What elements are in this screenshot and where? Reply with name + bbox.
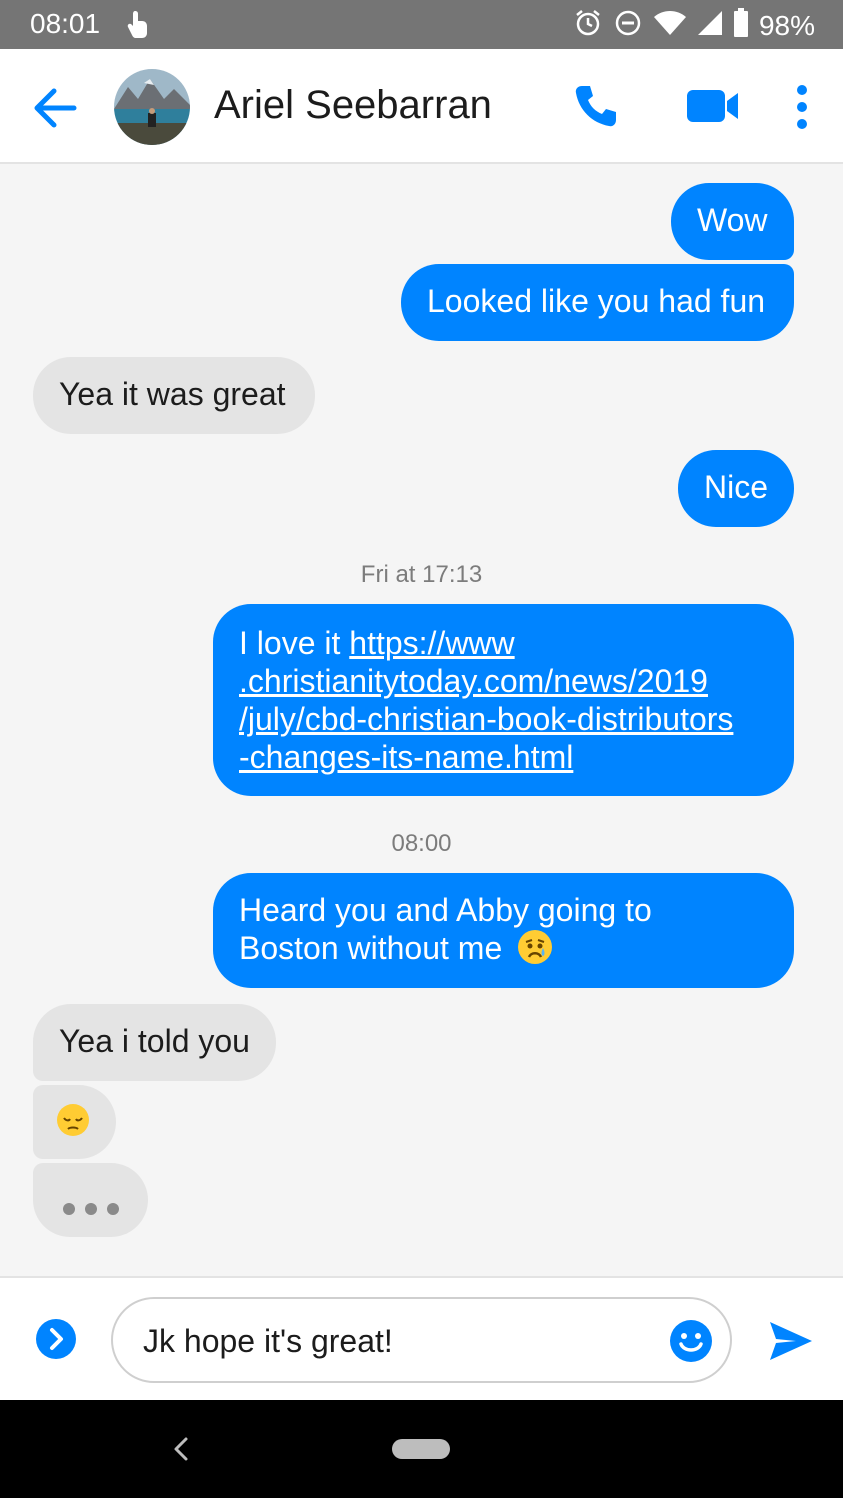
more-vert-icon[interactable] <box>790 83 814 131</box>
message-text: Boston without me <box>239 930 503 966</box>
alarm-icon <box>573 8 603 43</box>
system-navigation-bar <box>0 1400 843 1498</box>
nav-back-icon[interactable] <box>170 1436 194 1462</box>
message-list[interactable]: Wow Looked like you had fun Yea it was g… <box>0 166 843 1276</box>
message-composer: Jk hope it's great! <box>0 1276 843 1400</box>
battery-percent: 98% <box>758 9 815 41</box>
message-text: Wow <box>697 202 768 238</box>
typing-dots-icon <box>61 1189 120 1227</box>
message-link[interactable]: -changes-its-name.html <box>239 738 768 776</box>
crying-face-emoji <box>517 929 553 965</box>
contact-name[interactable]: Ariel Seebarran <box>214 83 492 128</box>
touch-icon <box>124 9 152 39</box>
back-arrow-icon[interactable] <box>30 81 84 135</box>
message-input-text[interactable]: Jk hope it's great! <box>143 1323 393 1360</box>
nav-home-button[interactable] <box>392 1439 450 1459</box>
expand-actions-icon[interactable] <box>35 1318 77 1360</box>
message-input[interactable]: Jk hope it's great! <box>111 1297 732 1383</box>
emoji-icon[interactable] <box>669 1319 713 1363</box>
pensive-face-emoji <box>55 1102 91 1138</box>
status-time: 08:01 <box>30 8 101 39</box>
message-bubble-outgoing[interactable]: Heard you and Abby going to Boston witho… <box>213 873 794 988</box>
timestamp: Fri at 17:13 <box>360 561 483 588</box>
video-call-icon[interactable] <box>686 87 740 125</box>
status-icons: 98% <box>573 8 815 43</box>
message-bubble-outgoing[interactable]: Wow <box>671 183 794 260</box>
timestamp: 08:00 <box>391 830 452 857</box>
send-icon[interactable] <box>768 1320 814 1362</box>
message-text: Yea it was great <box>59 376 286 412</box>
avatar[interactable] <box>114 69 190 145</box>
message-text: I love it <box>239 625 350 661</box>
message-link[interactable]: /july/cbd-christian-book-distributors <box>239 700 768 738</box>
do-not-disturb-icon <box>613 8 643 43</box>
wifi-icon <box>653 9 687 42</box>
message-text: Nice <box>704 469 769 505</box>
message-link[interactable]: https://www <box>349 625 514 661</box>
message-bubble-outgoing[interactable]: Nice <box>678 450 794 527</box>
message-bubble-outgoing[interactable]: I love it https://www .christianitytoday… <box>213 604 794 796</box>
battery-icon <box>733 8 749 43</box>
message-text: Yea i told you <box>59 1023 250 1059</box>
message-link[interactable]: .christianitytoday.com/news/2019 <box>239 662 768 700</box>
conversation-header: Ariel Seebarran <box>0 49 843 164</box>
signal-icon <box>697 9 723 42</box>
phone-icon[interactable] <box>572 82 620 130</box>
message-bubble-incoming[interactable]: Yea it was great <box>33 357 315 434</box>
message-text: Looked like you had fun <box>427 283 766 319</box>
typing-indicator <box>33 1163 148 1237</box>
message-text: Heard you and Abby going to <box>239 892 652 928</box>
message-bubble-outgoing[interactable]: Looked like you had fun <box>401 264 794 341</box>
status-bar: 08:01 98% <box>0 0 843 49</box>
message-bubble-incoming[interactable]: Yea i told you <box>33 1004 276 1081</box>
message-bubble-incoming[interactable] <box>33 1085 116 1159</box>
